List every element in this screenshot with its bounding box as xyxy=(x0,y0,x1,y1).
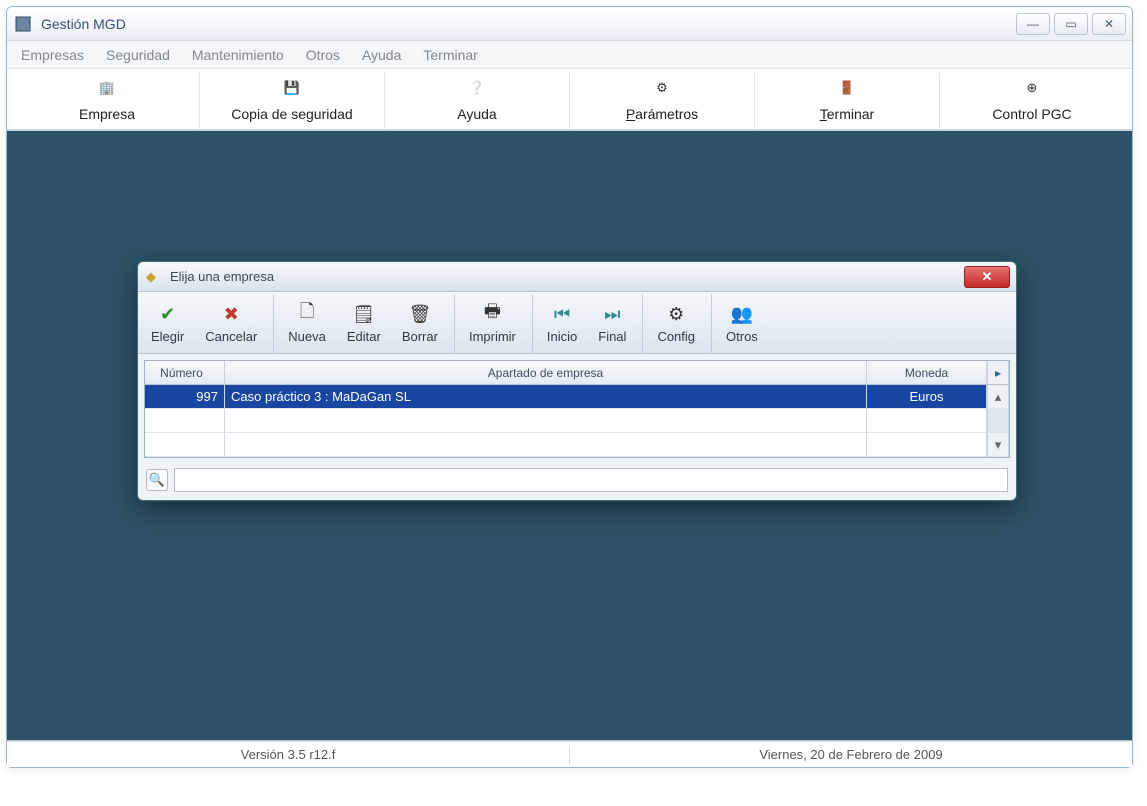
cancelar-button[interactable]: ✖ Cancelar xyxy=(194,294,267,353)
gear-icon: ⚙ xyxy=(668,303,684,325)
toolbar-controlpgc[interactable]: ⊕ Control PGC xyxy=(939,73,1124,129)
otros-label: Otros xyxy=(726,329,758,344)
window-title: Gestión MGD xyxy=(41,16,126,32)
edit-icon: 🗒 xyxy=(352,303,375,325)
empresa-grid: Número Apartado de empresa Moneda ▸ 997 … xyxy=(144,360,1010,458)
toolbar-terminar-label: Terminar xyxy=(820,106,874,122)
grid-scroll-down[interactable]: ▾ xyxy=(987,433,1009,457)
menubar: Empresas Seguridad Mantenimiento Otros A… xyxy=(7,41,1132,69)
toolbar-empresa-label: Empresa xyxy=(79,106,135,122)
toolbar-parametros-label: Parámetros xyxy=(626,106,698,122)
status-version: Versión 3.5 r12.f xyxy=(7,747,569,762)
diamond-icon: ◆ xyxy=(146,269,162,285)
menu-otros[interactable]: Otros xyxy=(306,47,340,63)
menu-ayuda[interactable]: Ayuda xyxy=(362,47,401,63)
elegir-label: Elegir xyxy=(151,329,184,344)
first-icon: ⏮ xyxy=(554,303,570,325)
search-input[interactable] xyxy=(174,468,1008,492)
menu-mantenimiento[interactable]: Mantenimiento xyxy=(192,47,284,63)
table-row[interactable]: 997 Caso práctico 3 : MaDaGan SL Euros ▴ xyxy=(145,385,1009,409)
grid-scroll-head: ▸ xyxy=(987,361,1009,384)
inicio-button[interactable]: ⏮ Inicio xyxy=(532,294,587,353)
print-icon: 🖶 xyxy=(484,303,501,325)
people-icon: 👥 xyxy=(731,303,753,325)
titlebar: Gestión MGD — ▭ ✕ xyxy=(7,7,1132,41)
toolbar-copia[interactable]: 💾 Copia de seguridad xyxy=(199,73,384,129)
menu-terminar[interactable]: Terminar xyxy=(423,47,477,63)
building-icon: 🏢 xyxy=(99,80,115,102)
final-button[interactable]: ⏭ Final xyxy=(587,294,636,353)
borrar-button[interactable]: 🗑 Borrar xyxy=(391,294,448,353)
x-icon: ✖ xyxy=(224,303,239,325)
main-window: Gestión MGD — ▭ ✕ Empresas Seguridad Man… xyxy=(6,6,1133,768)
last-icon: ⏭ xyxy=(604,303,620,325)
status-date: Viernes, 20 de Febrero de 2009 xyxy=(570,747,1132,762)
cancelar-label: Cancelar xyxy=(205,329,257,344)
dialog-elija-empresa: ◆ Elija una empresa ✕ ✔ Elegir ✖ Cancela… xyxy=(137,261,1017,501)
imprimir-label: Imprimir xyxy=(469,329,516,344)
editar-label: Editar xyxy=(347,329,381,344)
toolbar-copia-label: Copia de seguridad xyxy=(231,106,352,122)
col-apartado[interactable]: Apartado de empresa xyxy=(225,361,867,384)
app-icon xyxy=(13,14,33,34)
inicio-label: Inicio xyxy=(547,329,577,344)
toolbar-terminar[interactable]: 🚪 Terminar xyxy=(754,73,939,129)
toolbar-parametros[interactable]: ⚙ Parámetros xyxy=(569,73,754,129)
otros-button[interactable]: 👥 Otros xyxy=(711,294,768,353)
final-label: Final xyxy=(598,329,626,344)
help-icon: ❔ xyxy=(469,80,485,102)
imprimir-button[interactable]: 🖶 Imprimir xyxy=(454,294,526,353)
dialog-close-button[interactable]: ✕ xyxy=(964,266,1010,288)
menu-empresas[interactable]: Empresas xyxy=(21,47,84,63)
toolbar-controlpgc-label: Control PGC xyxy=(992,106,1071,122)
dialog-toolbar: ✔ Elegir ✖ Cancelar 🗋 Nueva 🗒 Editar 🗑 xyxy=(138,292,1016,354)
workspace: ◆ Elija una empresa ✕ ✔ Elegir ✖ Cancela… xyxy=(7,131,1132,741)
cell-moneda: Euros xyxy=(867,385,987,409)
gear-icon: ⚙ xyxy=(656,80,668,102)
save-icon: 💾 xyxy=(284,80,300,102)
cell-numero: 997 xyxy=(145,385,225,409)
elegir-button[interactable]: ✔ Elegir xyxy=(140,294,194,353)
editar-button[interactable]: 🗒 Editar xyxy=(336,294,391,353)
minimize-button[interactable]: — xyxy=(1016,13,1050,35)
dialog-title: Elija una empresa xyxy=(170,269,274,284)
dialog-titlebar: ◆ Elija una empresa ✕ xyxy=(138,262,1016,292)
check-icon: ✔ xyxy=(160,303,175,325)
config-label: Config xyxy=(657,329,695,344)
grid-header: Número Apartado de empresa Moneda ▸ xyxy=(145,361,1009,385)
nueva-button[interactable]: 🗋 Nueva xyxy=(273,294,336,353)
main-toolbar: 🏢 Empresa 💾 Copia de seguridad ❔ Ayuda ⚙… xyxy=(7,69,1132,131)
search-icon[interactable]: 🔍 xyxy=(146,469,168,491)
nueva-label: Nueva xyxy=(288,329,326,344)
grid-scroll-up[interactable]: ▴ xyxy=(987,385,1009,409)
table-row[interactable]: ▾ xyxy=(145,433,1009,457)
medkit-icon: ⊕ xyxy=(1027,80,1038,102)
new-icon: 🗋 xyxy=(300,303,314,325)
toolbar-empresa[interactable]: 🏢 Empresa xyxy=(15,73,199,129)
grid-scroll-thumb[interactable] xyxy=(987,409,1009,433)
toolbar-ayuda-label: Ayuda xyxy=(457,106,496,122)
col-numero[interactable]: Número xyxy=(145,361,225,384)
maximize-button[interactable]: ▭ xyxy=(1054,13,1088,35)
statusbar: Versión 3.5 r12.f Viernes, 20 de Febrero… xyxy=(7,741,1132,767)
delete-icon: 🗑 xyxy=(408,303,431,325)
toolbar-ayuda[interactable]: ❔ Ayuda xyxy=(384,73,569,129)
cell-nombre: Caso práctico 3 : MaDaGan SL xyxy=(225,385,867,409)
table-row[interactable] xyxy=(145,409,1009,433)
config-button[interactable]: ⚙ Config xyxy=(642,294,705,353)
borrar-label: Borrar xyxy=(402,329,438,344)
close-button[interactable]: ✕ xyxy=(1092,13,1126,35)
col-moneda[interactable]: Moneda xyxy=(867,361,987,384)
menu-seguridad[interactable]: Seguridad xyxy=(106,47,170,63)
search-row: 🔍 xyxy=(138,464,1016,500)
exit-icon: 🚪 xyxy=(839,80,855,102)
